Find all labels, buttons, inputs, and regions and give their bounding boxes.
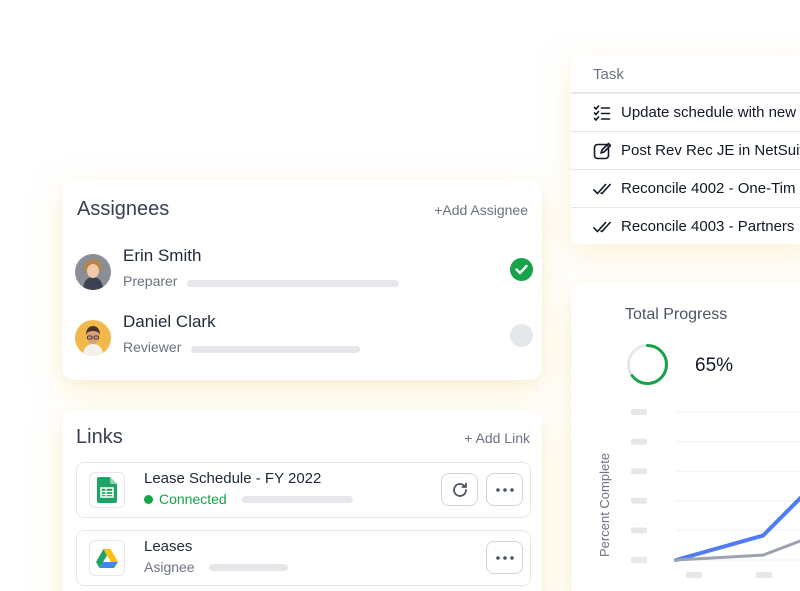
more-options-button[interactable] bbox=[486, 541, 523, 574]
task-table: Task Update schedule with new Post Rev R… bbox=[571, 56, 800, 244]
add-assignee-button[interactable]: +Add Assignee bbox=[434, 202, 528, 218]
task-label: Post Rev Rec JE in NetSuit bbox=[621, 142, 800, 159]
assignee-role: Reviewer bbox=[123, 339, 182, 355]
y-axis-label: Percent Complete bbox=[597, 452, 612, 557]
assignees-card: Assignees +Add Assignee Erin Smith Prepa… bbox=[62, 180, 542, 380]
x-tick-label bbox=[756, 572, 772, 578]
google-sheets-icon bbox=[89, 472, 125, 508]
task-label: Update schedule with new bbox=[621, 104, 797, 121]
link-name: Lease Schedule - FY 2022 bbox=[144, 470, 322, 487]
avatar bbox=[75, 320, 111, 356]
check-circle-icon[interactable] bbox=[510, 258, 533, 281]
pending-circle-icon[interactable] bbox=[510, 324, 533, 347]
progress-chart bbox=[631, 409, 800, 578]
link-item[interactable]: Leases Asignee bbox=[76, 530, 531, 586]
refresh-icon bbox=[452, 482, 467, 497]
connected-label: Connected bbox=[159, 491, 227, 507]
assignee-name: Erin Smith bbox=[123, 246, 202, 265]
y-tick-label bbox=[631, 527, 647, 534]
y-tick-label bbox=[631, 497, 647, 504]
placeholder-bar bbox=[191, 346, 360, 353]
assignee-name: Daniel Clark bbox=[123, 312, 216, 331]
placeholder-bar bbox=[209, 564, 288, 571]
checklist-icon bbox=[593, 104, 611, 122]
refresh-button[interactable] bbox=[441, 473, 478, 506]
more-icon bbox=[495, 555, 514, 560]
task-row[interactable]: Update schedule with new bbox=[571, 94, 800, 132]
google-drive-icon bbox=[89, 540, 125, 576]
double-check-icon bbox=[593, 180, 611, 198]
link-assignee-label: Asignee bbox=[144, 559, 195, 575]
y-tick-label bbox=[631, 438, 647, 445]
task-column-header: Task bbox=[571, 56, 800, 94]
task-label: Reconcile 4002 - One-Tim bbox=[621, 180, 796, 197]
total-progress-card: Total Progress 65% Percent Complete bbox=[571, 282, 800, 591]
links-title: Links bbox=[76, 426, 123, 448]
double-check-icon bbox=[593, 218, 611, 236]
assignee-row: Erin Smith Preparer bbox=[75, 246, 533, 296]
link-name: Leases bbox=[144, 538, 193, 555]
progress-title: Total Progress bbox=[625, 306, 728, 323]
task-row[interactable]: Post Rev Rec JE in NetSuit bbox=[571, 132, 800, 170]
assignee-role: Preparer bbox=[123, 273, 178, 289]
assignee-row: Daniel Clark Reviewer bbox=[75, 312, 533, 362]
task-label: Reconcile 4003 - Partners bbox=[621, 218, 795, 235]
add-link-button[interactable]: + Add Link bbox=[464, 430, 530, 446]
connection-status: Connected bbox=[144, 491, 227, 507]
link-item[interactable]: Lease Schedule - FY 2022 Connected bbox=[76, 462, 531, 518]
task-row[interactable]: Reconcile 4002 - One-Tim bbox=[571, 170, 800, 208]
avatar bbox=[75, 254, 111, 290]
y-tick-label bbox=[631, 409, 647, 415]
links-card: Links + Add Link Lease Schedule - FY 202… bbox=[62, 410, 542, 591]
edit-icon bbox=[593, 142, 611, 160]
placeholder-bar bbox=[242, 496, 353, 503]
placeholder-bar bbox=[187, 280, 399, 287]
more-options-button[interactable] bbox=[486, 473, 523, 506]
progress-ring bbox=[627, 344, 668, 385]
progress-percent: 65% bbox=[695, 355, 734, 376]
x-tick-label bbox=[686, 572, 702, 578]
more-icon bbox=[495, 487, 514, 492]
series-line-0 bbox=[674, 495, 800, 562]
status-dot bbox=[144, 494, 153, 504]
assignees-title: Assignees bbox=[77, 198, 170, 220]
y-tick-label bbox=[631, 557, 647, 563]
task-row[interactable]: Reconcile 4003 - Partners bbox=[571, 208, 800, 244]
y-tick-label bbox=[631, 468, 647, 475]
